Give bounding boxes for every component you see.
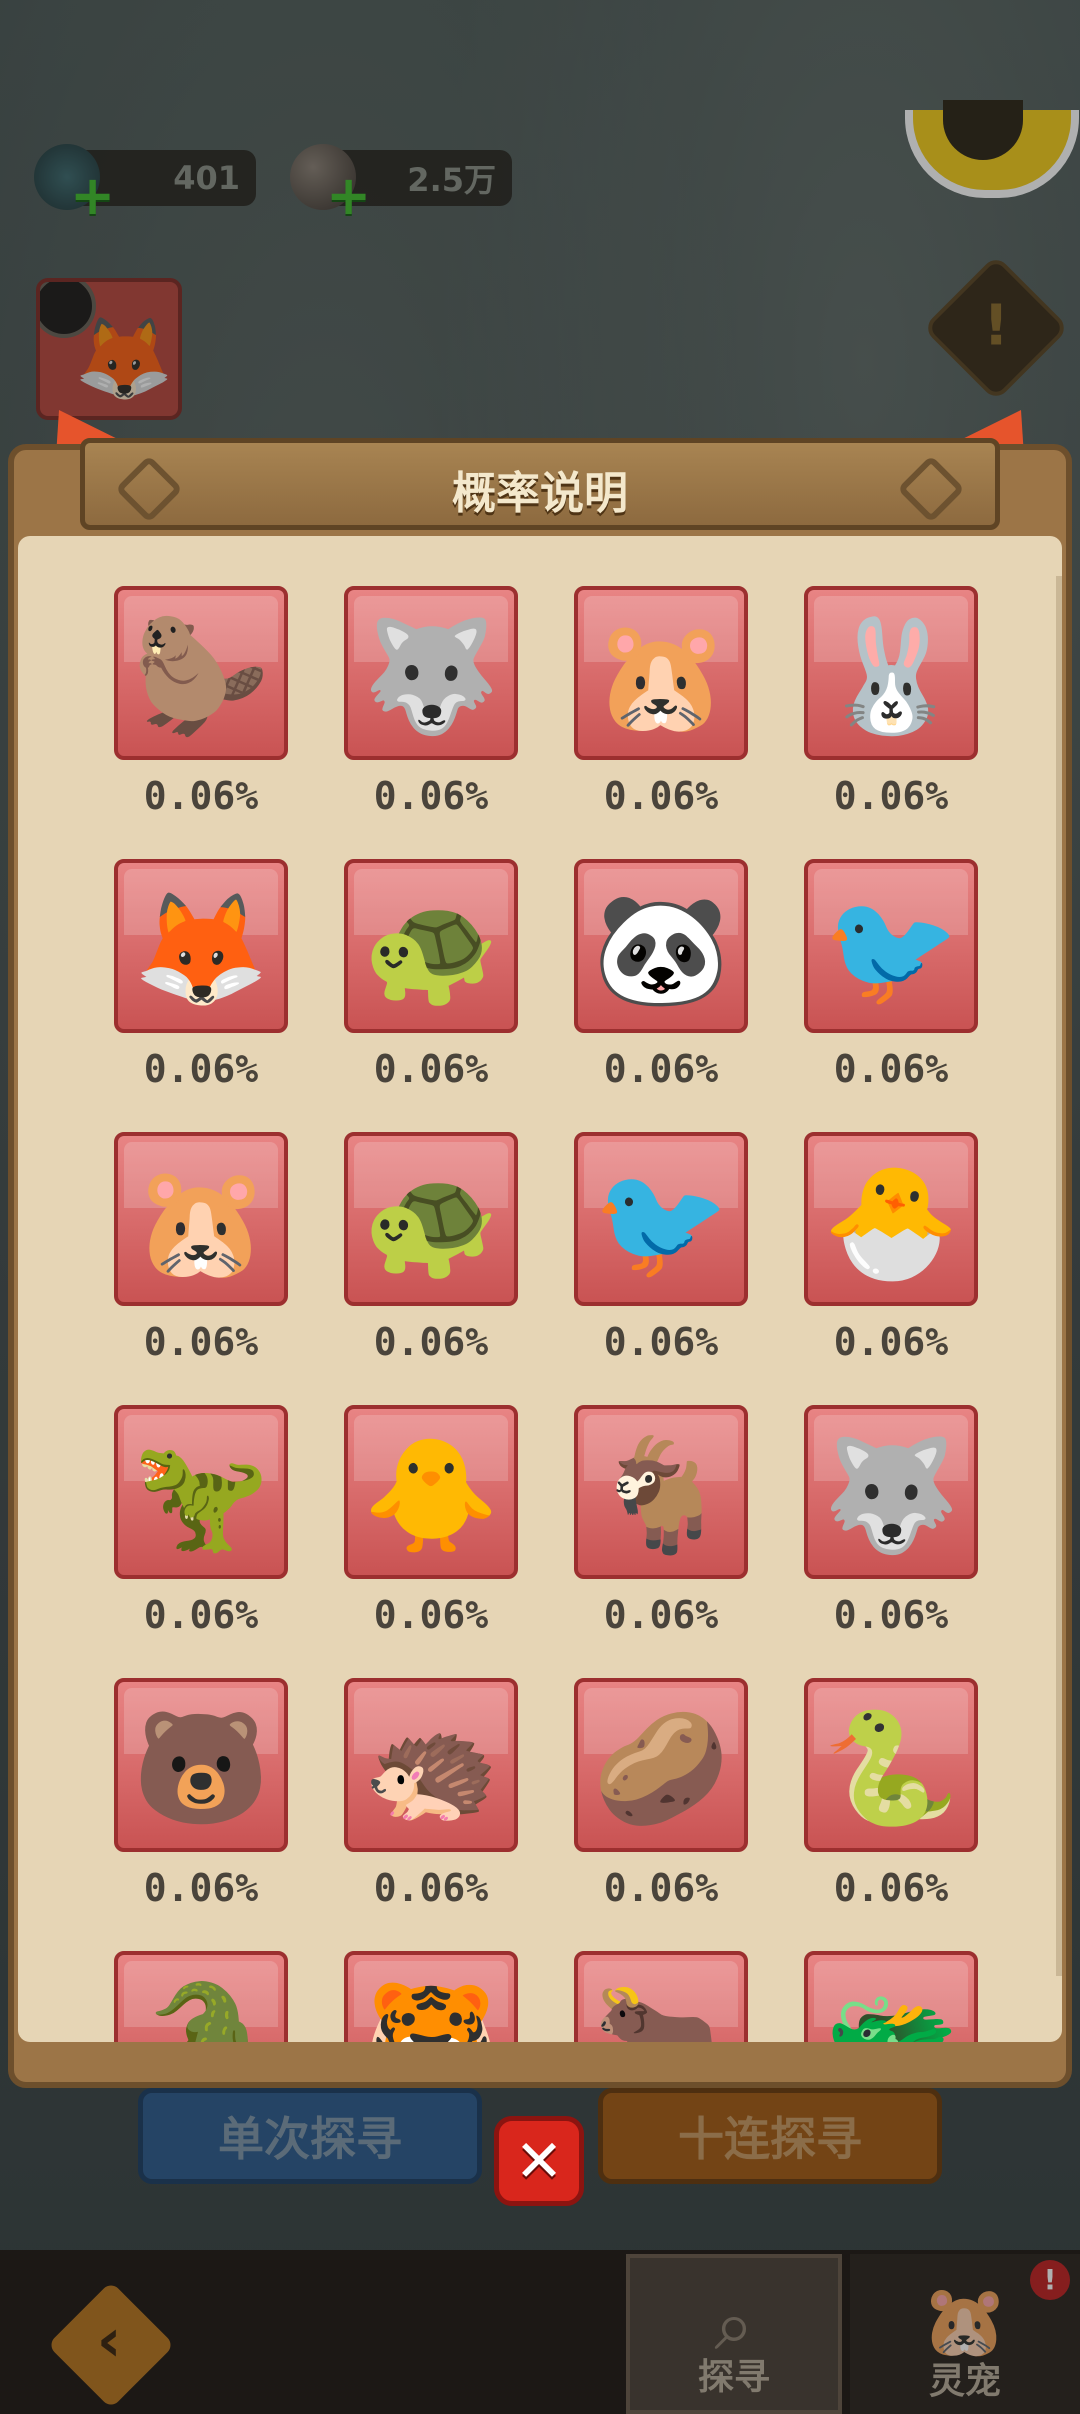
pet-item[interactable]: 🐰 0.06%	[804, 586, 982, 818]
pet-probability: 0.06%	[373, 1047, 489, 1091]
scrollbar[interactable]	[1056, 576, 1062, 1976]
pet-card[interactable]: 🐰	[804, 586, 978, 760]
pet-item[interactable]: 🐥 0.06%	[344, 1405, 522, 1637]
pet-item[interactable]: 🦫 0.06%	[114, 586, 292, 818]
pet-probability: 0.06%	[373, 1593, 489, 1637]
pet-probability: 0.06%	[603, 1866, 719, 1910]
pet-item[interactable]: 🦔 0.06%	[344, 1678, 522, 1910]
snake-pet-icon: 🐍	[822, 1704, 960, 1833]
pet-item[interactable]: 🐲	[804, 1951, 982, 2042]
pet-card[interactable]: 🐼	[574, 859, 748, 1033]
pet-item[interactable]: 🦖 0.06%	[114, 1405, 292, 1637]
close-icon: ✕	[514, 2127, 564, 2195]
probability-list[interactable]: 🦫 0.06% 🐺 0.06% 🐹 0.06% 🐰 0.06% 🦊 0.06% 🐢 0.06% 🐼 0.0…	[18, 536, 1062, 2042]
pet-probability: 0.06%	[833, 1047, 949, 1091]
pet-probability: 0.06%	[603, 1593, 719, 1637]
hedgehog-pet-icon: 🦔	[362, 1704, 500, 1833]
green-dino-pet-icon: 🦖	[132, 1431, 270, 1560]
white-wolf-pet-icon: 🐺	[362, 612, 500, 741]
panda-pet-icon: 🐼	[592, 885, 730, 1014]
yellow-duck-pet-icon: 🐥	[362, 1431, 500, 1560]
pet-item[interactable]: 🐣 0.06%	[804, 1132, 982, 1364]
pet-card[interactable]: 🦖	[114, 1405, 288, 1579]
modal-header: 概率说明	[80, 438, 1000, 530]
tiger-pet-icon: 🐯	[362, 1977, 500, 2042]
pet-item[interactable]: 🐐 0.06%	[574, 1405, 752, 1637]
pet-item[interactable]: 🐻 0.06%	[114, 1678, 292, 1910]
pet-card[interactable]: 🐦	[574, 1132, 748, 1306]
goat-pet-icon: 🐐	[592, 1431, 730, 1560]
pet-probability: 0.06%	[833, 1593, 949, 1637]
pet-item[interactable]: 🥔 0.06%	[574, 1678, 752, 1910]
pet-card[interactable]: 🐹	[114, 1132, 288, 1306]
mandrake-pet-icon: 🥔	[592, 1704, 730, 1833]
pet-item[interactable]: 🐊	[114, 1951, 292, 2042]
pet-probability: 0.06%	[833, 774, 949, 818]
close-button[interactable]: ✕	[494, 2116, 584, 2206]
pet-item[interactable]: 🐹 0.06%	[114, 1132, 292, 1364]
pet-card[interactable]: 🐦	[804, 859, 978, 1033]
crocodile-pet-icon: 🐊	[132, 1977, 270, 2042]
pet-item[interactable]: 🐺 0.06%	[344, 586, 522, 818]
pet-item[interactable]: 🦊 0.06%	[114, 859, 292, 1091]
pet-card[interactable]: 🐺	[804, 1405, 978, 1579]
pet-card[interactable]: 🐹	[574, 586, 748, 760]
pet-probability: 0.06%	[143, 1593, 259, 1637]
pet-card[interactable]: 🐥	[344, 1405, 518, 1579]
pet-probability: 0.06%	[143, 1866, 259, 1910]
pet-item[interactable]: 🐢 0.06%	[344, 1132, 522, 1364]
fire-bird-pet-icon: 🐦	[592, 1158, 730, 1287]
blue-bird-pet-icon: 🐦	[822, 885, 960, 1014]
pet-card[interactable]: 🐍	[804, 1678, 978, 1852]
pet-probability: 0.06%	[833, 1320, 949, 1364]
pet-item[interactable]: 🐢 0.06%	[344, 859, 522, 1091]
pet-card[interactable]: 🦔	[344, 1678, 518, 1852]
pet-card[interactable]: 🦊	[114, 859, 288, 1033]
blue-dragon-pet-icon: 🐲	[822, 1977, 960, 2042]
pet-item[interactable]: 🐼 0.06%	[574, 859, 752, 1091]
white-blob-pet-icon: 🐹	[132, 1158, 270, 1287]
pet-card[interactable]: 🐯	[344, 1951, 518, 2042]
pet-card[interactable]: 🦫	[114, 586, 288, 760]
pet-card[interactable]: 🐊	[114, 1951, 288, 2042]
pet-card[interactable]: 🐢	[344, 859, 518, 1033]
chick-egg-pet-icon: 🐣	[822, 1158, 960, 1287]
pet-card[interactable]: 🐂	[574, 1951, 748, 2042]
bear-pet-icon: 🐻	[132, 1704, 270, 1833]
pet-item[interactable]: 🐂	[574, 1951, 752, 2042]
pet-card[interactable]: 🐢	[344, 1132, 518, 1306]
pet-item[interactable]: 🐦 0.06%	[574, 1132, 752, 1364]
pet-card[interactable]: 🐐	[574, 1405, 748, 1579]
capybara-pet-icon: 🐹	[592, 612, 730, 741]
gray-wolf-pet-icon: 🐺	[822, 1431, 960, 1560]
rabbit-pet-icon: 🐰	[822, 612, 960, 741]
pet-probability: 0.06%	[833, 1866, 949, 1910]
pet-card[interactable]: 🥔	[574, 1678, 748, 1852]
pet-card[interactable]: 🐣	[804, 1132, 978, 1306]
pet-item[interactable]: 🐹 0.06%	[574, 586, 752, 818]
sprout-turtle-pet-icon: 🐢	[362, 885, 500, 1014]
modal-title: 概率说明	[452, 468, 628, 519]
beaver-pet-icon: 🦫	[132, 612, 270, 741]
pet-probability: 0.06%	[373, 774, 489, 818]
pet-card[interactable]: 🐲	[804, 1951, 978, 2042]
pet-probability: 0.06%	[603, 1320, 719, 1364]
fox-pet-icon: 🦊	[132, 885, 270, 1014]
pet-card[interactable]: 🐻	[114, 1678, 288, 1852]
pet-probability: 0.06%	[143, 1047, 259, 1091]
pet-item[interactable]: 🐺 0.06%	[804, 1405, 982, 1637]
ox-pet-icon: 🐂	[592, 1977, 730, 2042]
green-turtle-pet-icon: 🐢	[362, 1158, 500, 1287]
pet-probability: 0.06%	[373, 1320, 489, 1364]
pet-probability: 0.06%	[143, 1320, 259, 1364]
pet-item[interactable]: 🐍 0.06%	[804, 1678, 982, 1910]
pet-probability: 0.06%	[603, 1047, 719, 1091]
pet-card[interactable]: 🐺	[344, 586, 518, 760]
pet-probability: 0.06%	[603, 774, 719, 818]
pet-item[interactable]: 🐦 0.06%	[804, 859, 982, 1091]
pet-item[interactable]: 🐯	[344, 1951, 522, 2042]
pet-probability: 0.06%	[143, 774, 259, 818]
pet-probability: 0.06%	[373, 1866, 489, 1910]
